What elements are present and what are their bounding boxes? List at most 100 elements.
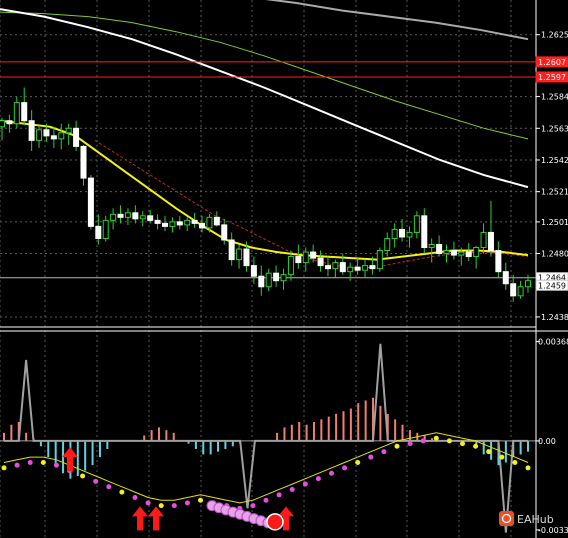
candle-body [354,266,361,271]
signal-dot [302,481,308,487]
candle-body [480,231,487,249]
candle-body [191,219,198,224]
level-tag-label: 1.2459 [538,281,566,290]
level-lines [0,61,536,279]
candle-body [465,251,472,258]
candle-body [65,127,72,134]
level-tag-label: 1.2607 [538,58,566,67]
candle-body [6,120,13,125]
chart-grid [0,0,536,538]
signal-dot [329,470,334,476]
signal-dot [315,476,321,482]
indicator-tick-label: -0.0033 [538,526,568,535]
signal-dot [276,492,282,498]
candle-body [362,265,369,271]
eahub-logo-icon [499,511,514,526]
trading-chart[interactable]: 1.2625 1.2584 1.2563 1.2542 1.2521 1.2501 1.24… [0,0,568,538]
candle-body [124,212,131,218]
candle-body [295,256,302,264]
signal-dot [460,441,465,447]
candle-body [161,222,168,227]
signal-dot [145,500,151,506]
price-tick-label: 1.2584 [541,93,568,102]
indicator-oscillator-line [0,343,536,533]
signal-dot [342,465,348,471]
watermark-text: EAHub [517,513,554,526]
signal-dot [80,473,86,479]
candle-body [421,215,428,249]
signal-dot [40,459,46,465]
candle-body [184,219,191,226]
candle-body [384,237,391,252]
indicator-tick-label: 0.00 [538,437,556,446]
candle-body [406,231,413,238]
candle-body [213,216,220,226]
candle-body [176,221,183,226]
candle-body [199,222,206,229]
price-tick-label: 1.2438 [541,313,568,322]
signal-dot [1,465,7,471]
candle-body [132,212,139,220]
price-tick-label: 1.2563 [541,124,568,133]
price-tick-label: 1.2542 [541,156,568,165]
candle-body [391,228,398,239]
candle-body [510,283,517,297]
candle-body [273,272,280,282]
candle-body [324,265,331,270]
candle-body [21,102,28,122]
candle-body [317,257,324,267]
signal-dot [158,503,164,509]
indicator-axis[interactable]: 0.00368 0.00 -0.0033 [536,338,568,535]
sma-green-line [0,11,529,140]
candle-body [376,250,383,270]
candle-body [473,247,480,258]
signal-dot [53,462,59,468]
candle-body [36,129,43,141]
price-panel[interactable] [0,0,536,302]
signal-dot [446,438,452,444]
candle-body [102,219,109,239]
candle-body [487,231,494,252]
indicator-panel[interactable] [0,343,536,533]
ema-white-line [0,8,529,189]
candle-body [502,271,509,285]
candle-body [50,135,57,140]
moving-averages [0,0,529,270]
signal-dot [27,459,33,465]
signal-dot [420,438,426,444]
candle-body [228,239,235,261]
price-axis[interactable]: 1.2625 1.2584 1.2563 1.2542 1.2521 1.2501 1.24… [535,31,568,322]
candle-body [58,132,65,140]
signal-dot [171,503,177,509]
candle-body [310,251,317,259]
signal-circle-icon [266,513,284,531]
candle-body [169,221,176,227]
candle-body [302,251,309,264]
signal-dot [132,495,138,501]
price-tick-label: 1.2480 [541,250,568,259]
signal-dot [93,478,99,484]
candle-body [517,286,524,297]
signal-dot [486,449,492,455]
buy-arrow-icon [148,506,164,531]
candle-body [0,120,5,128]
signal-dot [499,454,505,460]
level-tag-label: 1.2597 [538,73,566,82]
candle-body [87,177,94,227]
signal-dot [433,435,439,441]
candlesticks [0,87,531,302]
candle-body [95,225,102,239]
oscillator-line [4,343,528,533]
candle-body [458,251,465,256]
signal-dot [407,441,413,447]
candle-body [413,215,420,233]
candle-body [28,120,35,141]
signal-dot [368,454,374,460]
watermark: EAHub [499,511,554,526]
signal-dot [106,484,112,490]
indicator-signal-dots [1,432,531,531]
candle-body [339,262,346,273]
candle-body [110,213,117,221]
candle-body [436,244,443,255]
candle-body [147,215,154,221]
